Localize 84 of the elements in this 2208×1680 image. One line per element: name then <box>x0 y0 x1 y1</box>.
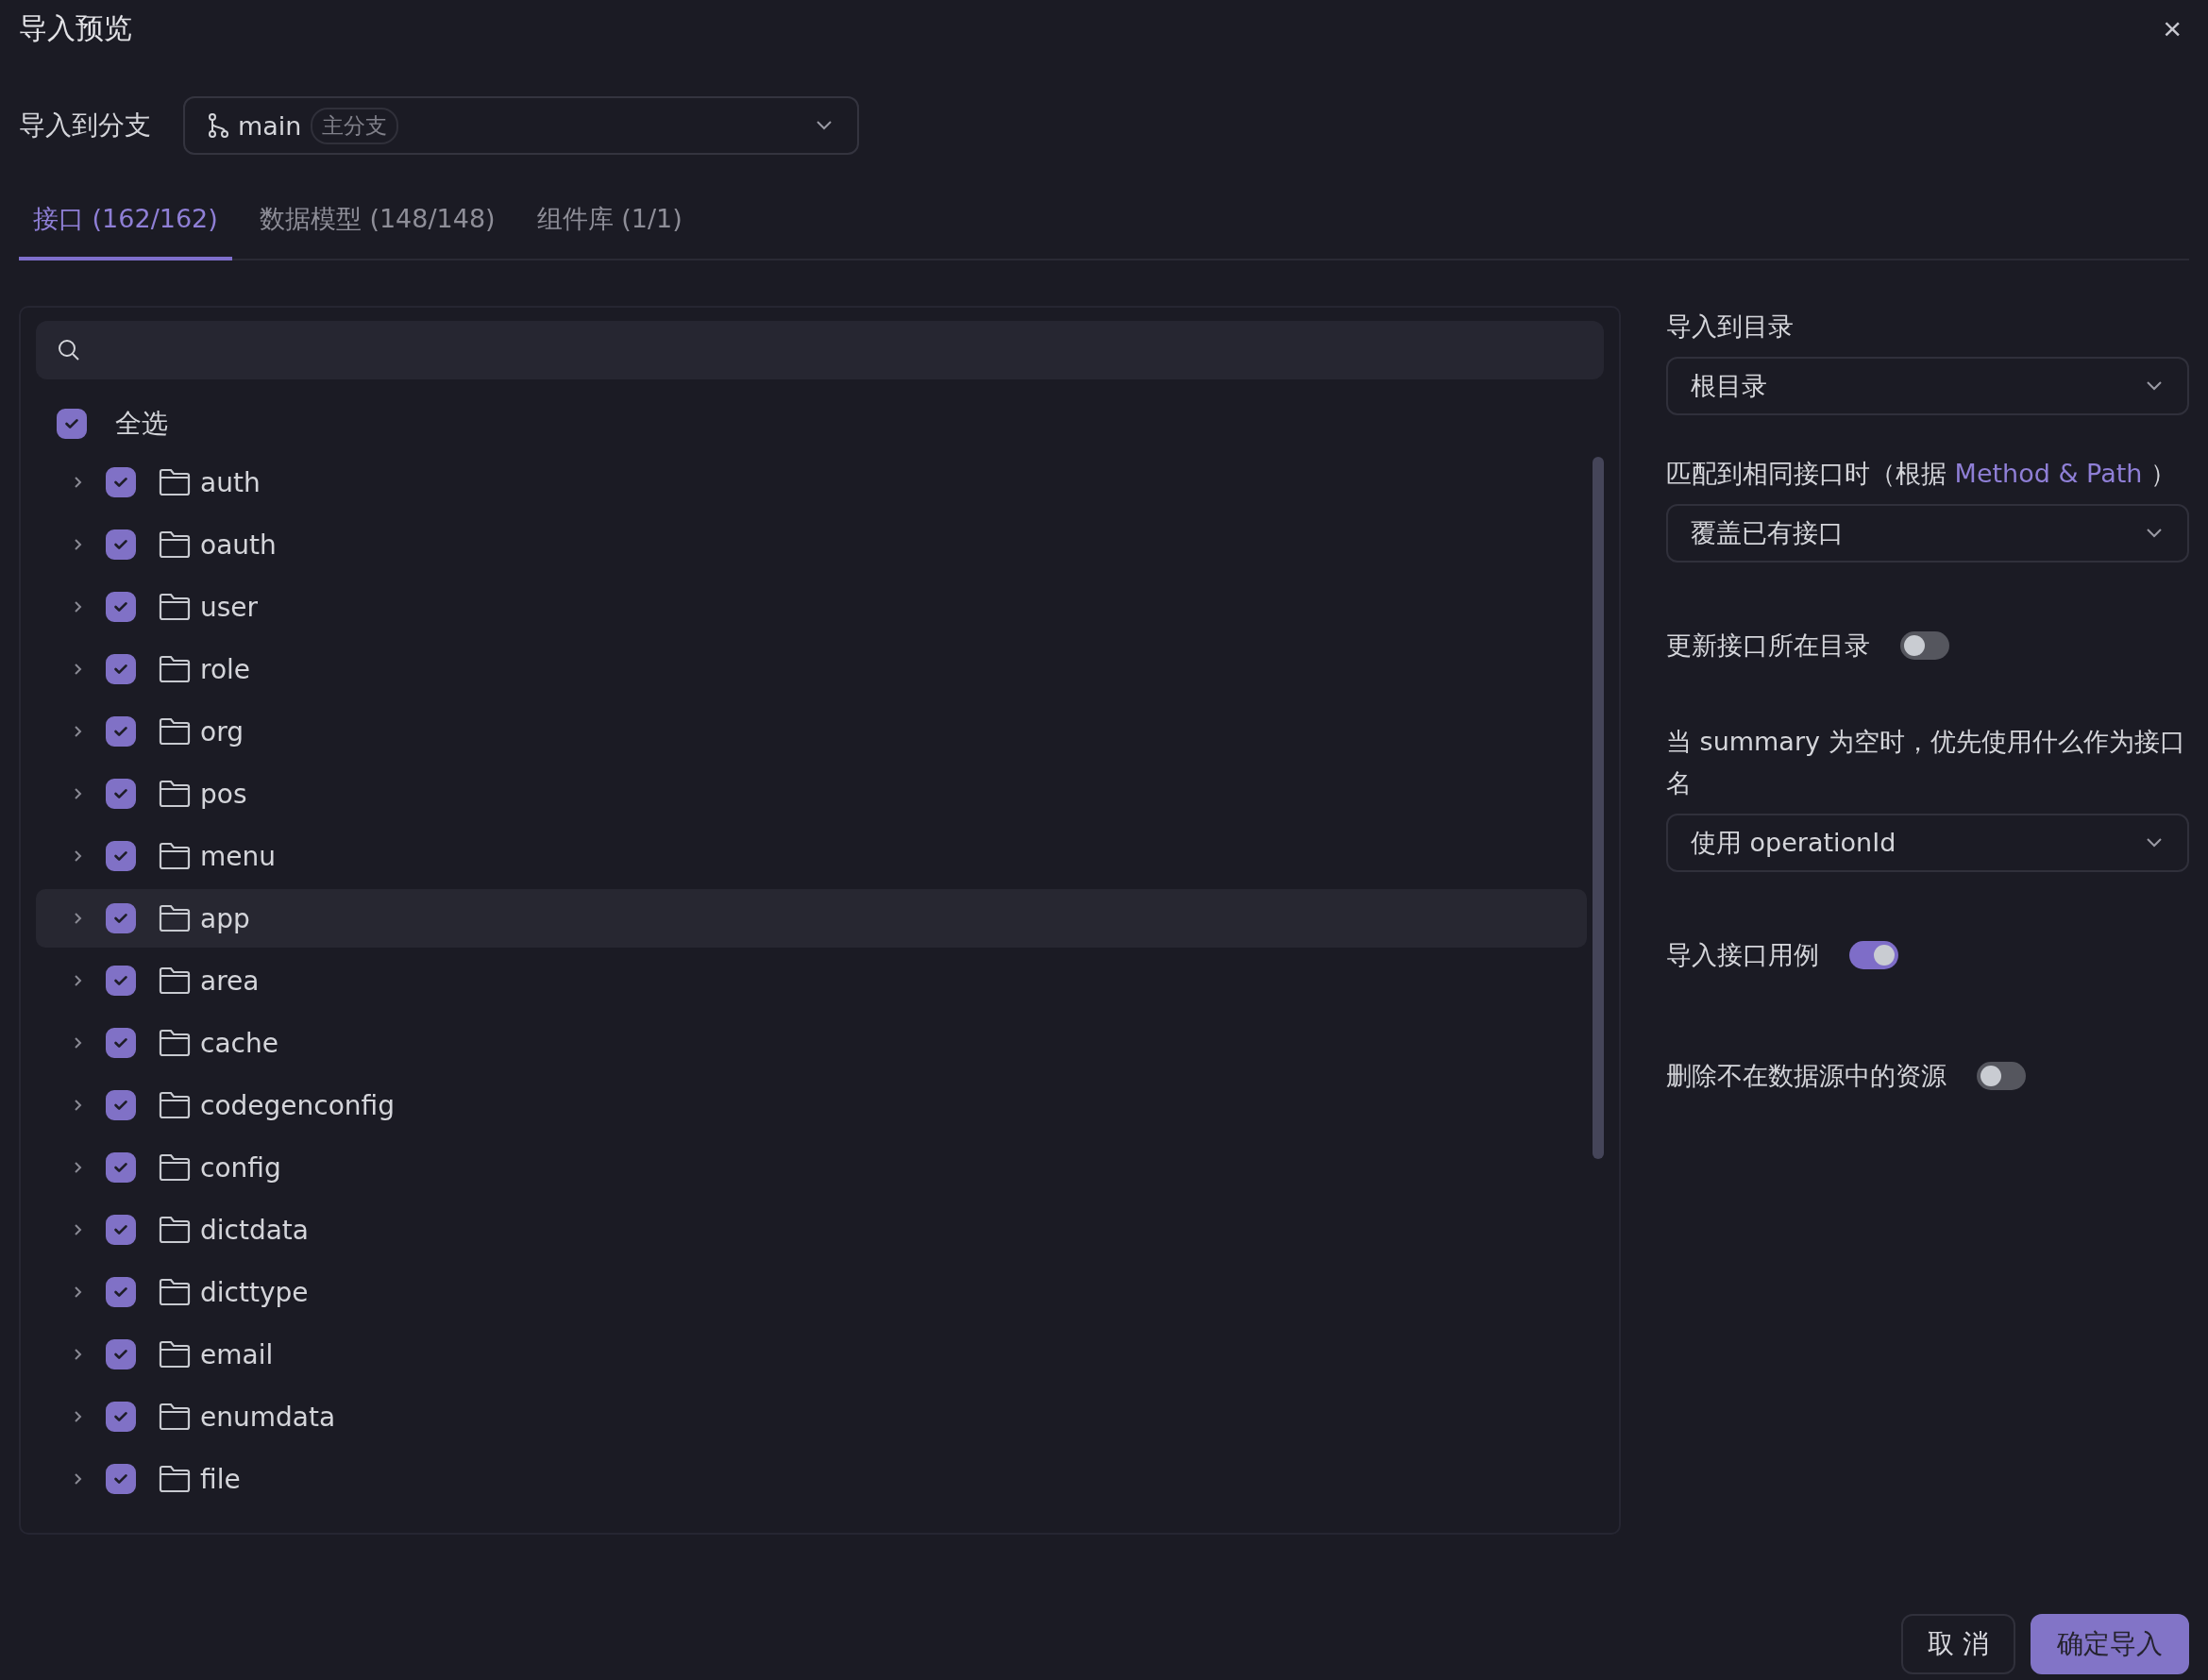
branch-tag: 主分支 <box>311 107 399 144</box>
folder-name: auth <box>200 466 261 498</box>
checkbox[interactable] <box>106 1339 136 1369</box>
setting-label: 匹配到相同接口时（根据 Method & Path ） <box>1666 458 2177 490</box>
checkbox[interactable] <box>106 1028 136 1058</box>
setting-label: 当 summary 为空时，优先使用什么作为接口名 <box>1666 726 2186 799</box>
folder-icon <box>159 593 191 621</box>
checkbox[interactable] <box>106 529 136 560</box>
checkbox[interactable] <box>106 966 136 996</box>
tab[interactable]: 接口 (162/162) <box>19 183 232 260</box>
checkbox[interactable] <box>106 779 136 809</box>
checkbox[interactable] <box>106 903 136 933</box>
checkbox[interactable] <box>106 1464 136 1494</box>
folder-name: org <box>200 715 244 748</box>
folder-icon <box>159 1340 191 1369</box>
folder-name: menu <box>200 840 276 872</box>
folder-name: dictdata <box>200 1214 309 1246</box>
confirm-button[interactable]: 确定导入 <box>2031 1614 2189 1674</box>
setting-label: 删除不在数据源中的资源 <box>1666 1060 1947 1092</box>
tab[interactable]: 组件库 (1/1) <box>522 183 697 260</box>
folder-icon <box>159 1153 191 1182</box>
checkbox[interactable] <box>106 841 136 871</box>
checkbox[interactable] <box>106 716 136 747</box>
folder-name: app <box>200 902 250 934</box>
branch-icon <box>208 112 228 139</box>
folder-name: oauth <box>200 529 277 561</box>
toggle-switch[interactable] <box>1900 631 1949 660</box>
folder-icon <box>159 966 191 995</box>
close-button[interactable]: × <box>2155 9 2189 47</box>
folder-icon <box>159 468 191 496</box>
folder-icon <box>159 1029 191 1057</box>
select-all-label: 全选 <box>115 407 168 441</box>
branch-name: main <box>238 110 302 141</box>
folder-name: config <box>200 1151 281 1184</box>
folder-icon <box>159 717 191 746</box>
folder-icon <box>159 904 191 932</box>
folder-name: email <box>200 1338 274 1370</box>
select-field[interactable]: 根目录 <box>1666 357 2189 415</box>
toggle-switch[interactable] <box>1849 941 1898 969</box>
folder-name: cache <box>200 1027 278 1059</box>
select-value: 根目录 <box>1691 370 1767 402</box>
checkbox[interactable] <box>106 467 136 497</box>
checkbox[interactable] <box>106 1090 136 1120</box>
dialog-title: 导入预览 <box>19 9 132 46</box>
checkbox[interactable] <box>106 654 136 684</box>
toggle-switch[interactable] <box>1977 1062 2026 1090</box>
checkbox[interactable] <box>57 409 87 439</box>
checkbox[interactable] <box>106 592 136 622</box>
folder-name: codegenconfig <box>200 1089 395 1121</box>
field-label: 导入到分支 <box>19 109 151 143</box>
folder-name: role <box>200 653 251 685</box>
folder-name: dicttype <box>200 1276 309 1308</box>
cancel-button[interactable]: 取 消 <box>1901 1614 2015 1674</box>
setting-label: 导入接口用例 <box>1666 939 1819 971</box>
select-field[interactable]: 覆盖已有接口 <box>1666 504 2189 563</box>
folder-icon <box>159 780 191 808</box>
folder-icon <box>159 1216 191 1244</box>
folder-name: enumdata <box>200 1401 336 1433</box>
select-field[interactable]: 使用 operationId <box>1666 814 2189 872</box>
setting-label: 更新接口所在目录 <box>1666 630 1870 662</box>
checkbox[interactable] <box>106 1152 136 1183</box>
folder-icon <box>159 1091 191 1119</box>
select-value: 使用 operationId <box>1691 827 1896 859</box>
tab[interactable]: 数据模型 (148/148) <box>244 183 510 260</box>
folder-icon <box>159 530 191 559</box>
search-icon <box>57 338 81 362</box>
select-value: 覆盖已有接口 <box>1691 517 1844 549</box>
folder-icon <box>159 1465 191 1493</box>
checkbox[interactable] <box>106 1277 136 1307</box>
folder-name: user <box>200 591 259 623</box>
checkbox[interactable] <box>106 1215 136 1245</box>
scrollbar[interactable] <box>1593 457 1604 1159</box>
folder-name: pos <box>200 778 247 810</box>
folder-icon <box>159 1403 191 1431</box>
folder-icon <box>159 655 191 683</box>
branch-select[interactable]: main 主分支 <box>183 96 859 155</box>
tree-row[interactable]: app <box>36 889 1587 948</box>
setting-label: 导入到目录 <box>1666 311 1795 343</box>
folder-name: area <box>200 965 260 997</box>
search-field[interactable] <box>36 321 1604 379</box>
checkbox[interactable] <box>106 1402 136 1432</box>
folder-name: file <box>200 1463 241 1495</box>
folder-icon <box>159 1278 191 1306</box>
folder-icon <box>159 842 191 870</box>
